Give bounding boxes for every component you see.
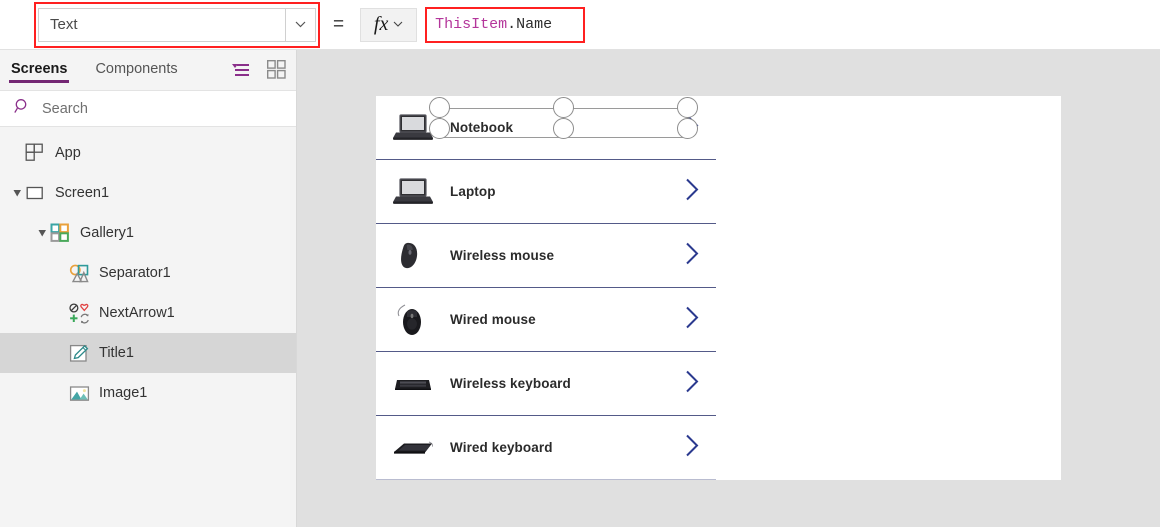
gallery-row[interactable]: Wireless mouse [376, 224, 716, 288]
formula-token-object: ThisItem [435, 16, 508, 33]
tree-item-nextarrow1[interactable]: NextArrow1 [0, 293, 296, 333]
next-arrow-icon[interactable] [685, 433, 700, 462]
chevron-down-icon [295, 19, 306, 31]
app-icon [24, 142, 46, 164]
resize-handle-bottom-right[interactable] [677, 118, 698, 139]
resize-handle-top-right[interactable] [677, 97, 698, 118]
left-panel: Screens Components Search App Screen1 Ga… [0, 50, 297, 527]
resize-handle-top-center[interactable] [553, 97, 574, 118]
screen-icon [24, 182, 46, 204]
wireless-mouse-photo [390, 239, 436, 273]
property-dropdown-caret[interactable] [286, 7, 316, 42]
gallery-row-title[interactable]: Wired mouse [450, 312, 536, 327]
wired-mouse-photo [390, 303, 436, 337]
gallery-row[interactable]: Wireless keyboard [376, 352, 716, 416]
gallery-row-title[interactable]: Wired keyboard [450, 440, 553, 455]
tree-item-app[interactable]: App [0, 133, 296, 173]
gallery-row[interactable]: Wired keyboard [376, 416, 716, 480]
chevron-down-icon [393, 19, 403, 30]
tree-item-gallery1[interactable]: Gallery1 [0, 213, 296, 253]
wireless-keyboard-photo [390, 367, 436, 401]
equals-label: = [333, 13, 345, 35]
tree-item-app-label: App [55, 145, 81, 161]
search-input[interactable]: Search [42, 101, 88, 117]
tree-expander-screen1[interactable] [10, 186, 24, 200]
resize-handle-top-left[interactable] [429, 97, 450, 118]
tree-item-nextarrow1-label: NextArrow1 [99, 305, 175, 321]
icons-group-icon [68, 302, 90, 324]
gallery-row-title[interactable]: Wireless mouse [450, 248, 554, 263]
view-switcher [230, 59, 286, 84]
tree-item-image1-label: Image1 [99, 385, 148, 401]
tree-item-image1[interactable]: Image1 [0, 373, 296, 413]
tree-item-title1[interactable]: Title1 [0, 333, 296, 373]
label-edit-icon [68, 342, 90, 364]
image-icon [68, 382, 90, 404]
resize-handle-bottom-center[interactable] [553, 118, 574, 139]
gallery-icon [49, 222, 71, 244]
panel-tabs: Screens Components [0, 50, 296, 90]
power-apps-studio: Text = fx ThisItem .Name Screens Compone… [0, 0, 1160, 527]
resize-handle-bottom-left[interactable] [429, 118, 450, 139]
next-arrow-icon[interactable] [685, 369, 700, 398]
tree-item-screen1-label: Screen1 [55, 185, 110, 201]
wired-keyboard-photo [390, 431, 436, 465]
tab-components-label: Components [95, 61, 178, 77]
next-arrow-icon[interactable] [685, 241, 700, 270]
formula-bar: Text = fx ThisItem .Name [0, 0, 1160, 50]
gallery-row-title[interactable]: Notebook [450, 120, 513, 135]
search-box[interactable]: Search [0, 90, 296, 127]
tree-expander-gallery1[interactable] [35, 226, 49, 240]
gallery-control[interactable]: Notebook Laptop Wireless mouse Wired mou… [376, 96, 716, 480]
tree-item-separator1-label: Separator1 [99, 265, 171, 281]
formula-token-property: .Name [507, 16, 553, 33]
tree-item-screen1[interactable]: Screen1 [0, 173, 296, 213]
thumbnail-view-icon[interactable] [266, 59, 286, 84]
app-screen-preview[interactable]: Notebook Laptop Wireless mouse Wired mou… [376, 96, 1061, 480]
gallery-row[interactable]: Notebook [376, 96, 716, 160]
fx-button[interactable]: fx [360, 7, 418, 42]
tree-item-gallery1-label: Gallery1 [80, 225, 134, 241]
component-tree: App Screen1 Gallery1 Separator1 NextArro… [0, 127, 296, 413]
gallery-row-title[interactable]: Wireless keyboard [450, 376, 571, 391]
fx-icon: fx [373, 13, 389, 35]
tree-item-title1-label: Title1 [99, 345, 134, 361]
property-selector[interactable]: Text [34, 1, 320, 48]
tab-screens-label: Screens [11, 61, 68, 77]
formula-input[interactable]: ThisItem .Name [425, 6, 586, 43]
tree-expander-placeholder [10, 146, 24, 160]
gallery-row[interactable]: Laptop [376, 160, 716, 224]
next-arrow-icon[interactable] [685, 305, 700, 334]
tree-view-icon[interactable] [230, 62, 250, 83]
canvas-area[interactable]: Notebook Laptop Wireless mouse Wired mou… [297, 50, 1160, 527]
search-icon [14, 98, 31, 120]
tab-screens[interactable]: Screens [9, 61, 70, 83]
next-arrow-icon[interactable] [685, 177, 700, 206]
laptop-photo [390, 175, 436, 209]
property-dropdown[interactable]: Text [38, 7, 286, 42]
shapes-icon [68, 262, 90, 284]
tab-components[interactable]: Components [93, 61, 179, 83]
gallery-row-title[interactable]: Laptop [450, 184, 496, 199]
gallery-row[interactable]: Wired mouse [376, 288, 716, 352]
property-dropdown-value: Text [50, 16, 78, 33]
tree-item-separator1[interactable]: Separator1 [0, 253, 296, 293]
